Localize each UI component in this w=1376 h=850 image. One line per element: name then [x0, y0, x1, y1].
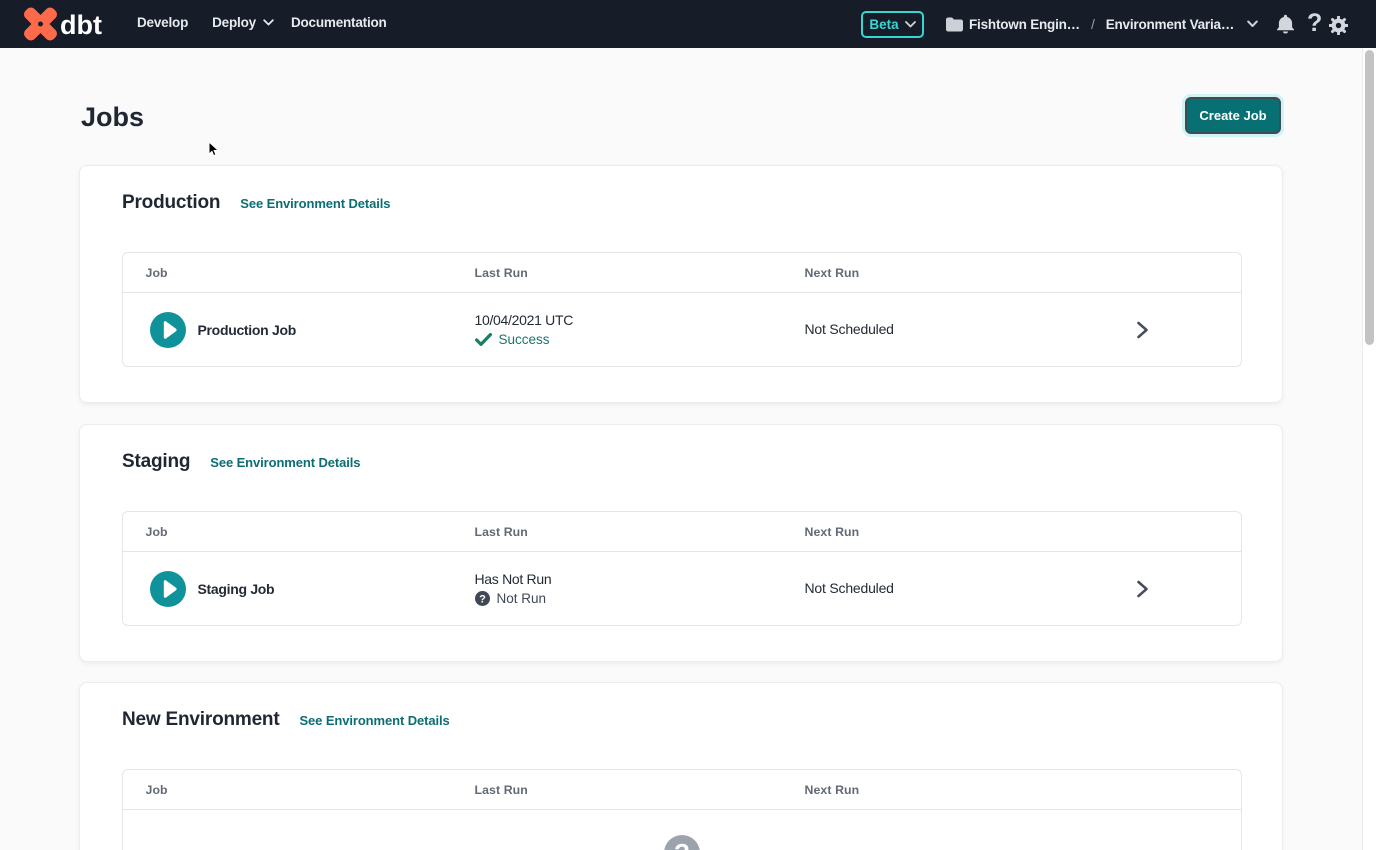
svg-text:dbt: dbt: [60, 10, 102, 40]
svg-text:?: ?: [479, 593, 486, 605]
svg-text:?: ?: [674, 838, 690, 850]
